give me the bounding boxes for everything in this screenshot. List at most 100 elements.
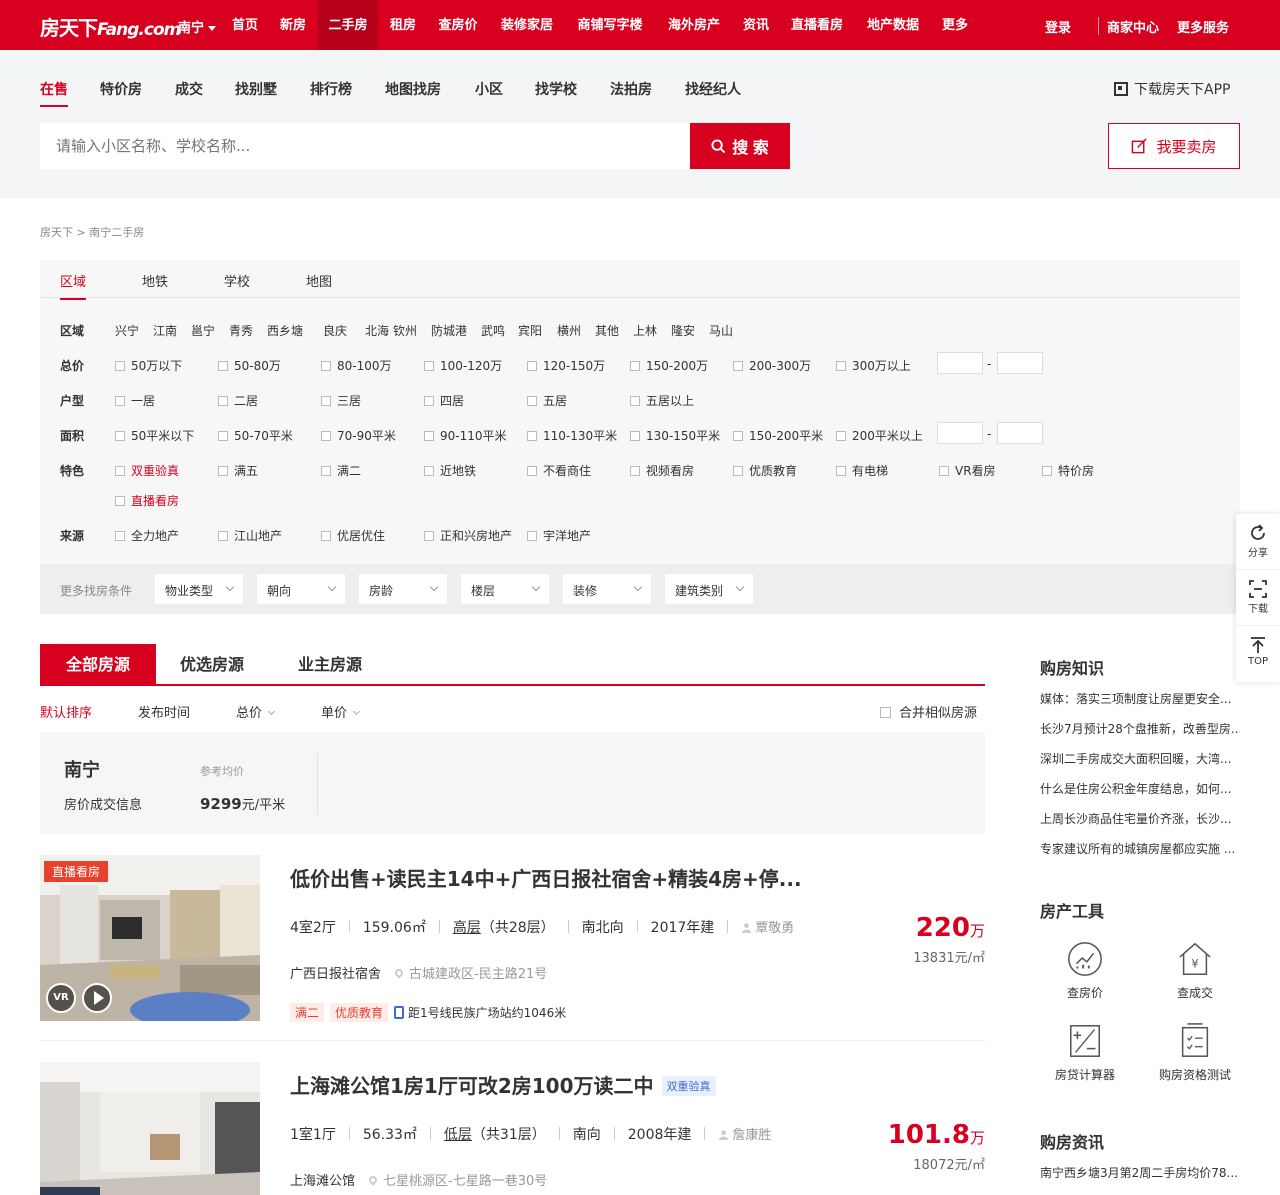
checkbox[interactable] — [424, 361, 434, 371]
agent[interactable]: 詹康胜 — [718, 1128, 771, 1143]
sort-total-price[interactable]: 总价 — [236, 702, 276, 721]
checkbox[interactable] — [424, 396, 434, 406]
city-selector[interactable]: 南宁 — [178, 17, 217, 36]
checkbox[interactable] — [630, 361, 640, 371]
checkbox[interactable] — [115, 466, 125, 476]
subnav-ranking[interactable]: 排行榜 — [310, 79, 352, 99]
feature-option[interactable]: 优质教育 — [733, 462, 797, 479]
layout-option[interactable]: 四居 — [424, 392, 464, 409]
checkbox[interactable] — [630, 396, 640, 406]
area-option[interactable]: 50-70平米 — [218, 427, 293, 444]
listing-photo[interactable]: 直播看房 VR — [40, 855, 260, 1021]
checkbox[interactable] — [218, 531, 228, 541]
tab-map[interactable]: 地图 — [306, 271, 332, 290]
tab-subway[interactable]: 地铁 — [142, 271, 168, 290]
district-option[interactable]: 横州 — [557, 322, 581, 339]
district-option[interactable]: 宾阳 — [518, 322, 542, 339]
knowledge-link[interactable]: 深圳二手房成交大面积回暖，大湾... — [1040, 750, 1240, 767]
news-link[interactable]: 南宁西乡塘3月第2周二手房均价78... — [1040, 1164, 1240, 1181]
area-option[interactable]: 70-90平米 — [321, 427, 396, 444]
price-option[interactable]: 80-100万 — [321, 357, 392, 374]
nav-new-homes[interactable]: 新房 — [272, 0, 314, 50]
download-button[interactable]: 下载 — [1236, 570, 1280, 626]
checkbox[interactable] — [115, 496, 125, 506]
subnav-school[interactable]: 找学校 — [535, 79, 577, 99]
district-option[interactable]: 青秀 — [229, 322, 253, 339]
district-option[interactable]: 武鸣 — [481, 322, 505, 339]
feature-option[interactable]: 直播看房 — [115, 492, 179, 509]
community-link[interactable]: 广西日报社宿舍 — [290, 967, 381, 982]
more-services-link[interactable]: 更多服务 — [1177, 17, 1229, 36]
checkbox[interactable] — [527, 396, 537, 406]
listing-photo[interactable] — [40, 1062, 260, 1195]
subnav-villa[interactable]: 找别墅 — [235, 79, 277, 99]
checkbox[interactable] — [115, 361, 125, 371]
checkbox[interactable] — [836, 361, 846, 371]
tool-check-deals[interactable]: ¥ 查成交 — [1150, 940, 1240, 1001]
login-link[interactable]: 登录 — [1045, 17, 1071, 36]
district-option[interactable]: 钦州 — [393, 322, 417, 339]
tab-owner[interactable]: 业主房源 — [282, 644, 378, 684]
subnav-auction[interactable]: 法拍房 — [610, 79, 652, 99]
nav-news[interactable]: 资讯 — [736, 0, 776, 50]
source-option[interactable]: 全力地产 — [115, 527, 179, 544]
price-option[interactable]: 100-120万 — [424, 357, 502, 374]
checkbox[interactable] — [879, 707, 891, 718]
price-max-input[interactable] — [997, 352, 1043, 374]
app-download-link[interactable]: 下载房天下APP — [1114, 79, 1230, 99]
checkbox[interactable] — [836, 466, 846, 476]
subnav-agent[interactable]: 找经纪人 — [685, 79, 741, 99]
feature-option[interactable]: 视频看房 — [630, 462, 694, 479]
feature-option[interactable]: VR看房 — [939, 462, 996, 479]
tool-check-price[interactable]: 查房价 — [1040, 940, 1130, 1001]
checkbox[interactable] — [218, 431, 228, 441]
checkbox[interactable] — [527, 431, 537, 441]
floor[interactable]: 低层 — [444, 1127, 472, 1143]
district-option[interactable]: 西乡塘 — [267, 322, 303, 339]
filter-dropdown[interactable]: 物业类型 — [155, 574, 243, 604]
source-option[interactable]: 优居优住 — [321, 527, 385, 544]
checkbox[interactable] — [218, 396, 228, 406]
tab-region[interactable]: 区域 — [60, 271, 87, 300]
play-icon[interactable] — [82, 983, 112, 1013]
subnav-community[interactable]: 小区 — [475, 79, 503, 99]
checkbox[interactable] — [321, 531, 331, 541]
subnav-deals[interactable]: 成交 — [175, 79, 203, 99]
nav-live[interactable]: 直播看房 — [782, 0, 852, 50]
district-option[interactable]: 隆安 — [671, 322, 695, 339]
area-option[interactable]: 110-130平米 — [527, 427, 617, 444]
nav-commercial[interactable]: 商铺写字楼 — [568, 0, 652, 50]
district-option[interactable]: 上林 — [633, 322, 657, 339]
layout-option[interactable]: 三居 — [321, 392, 361, 409]
nav-check-price[interactable]: 查房价 — [430, 0, 486, 50]
sort-publish-time[interactable]: 发布时间 — [138, 702, 190, 721]
checkbox[interactable] — [733, 361, 743, 371]
area-min-input[interactable] — [937, 422, 983, 444]
vr-icon[interactable]: VR — [46, 983, 76, 1013]
district-option[interactable]: 邕宁 — [191, 322, 215, 339]
feature-option[interactable]: 满五 — [218, 462, 258, 479]
sort-unit-price[interactable]: 单价 — [321, 702, 361, 721]
area-max-input[interactable] — [997, 422, 1043, 444]
merchant-center-link[interactable]: 商家中心 — [1107, 17, 1159, 36]
area-option[interactable]: 150-200平米 — [733, 427, 823, 444]
checkbox[interactable] — [321, 396, 331, 406]
subnav-map[interactable]: 地图找房 — [385, 79, 441, 99]
layout-option[interactable]: 五居以上 — [630, 392, 694, 409]
tab-preferred[interactable]: 优选房源 — [164, 644, 260, 684]
price-option[interactable]: 200-300万 — [733, 357, 811, 374]
checkbox[interactable] — [115, 396, 125, 406]
price-option[interactable]: 150-200万 — [630, 357, 708, 374]
feature-option[interactable]: 不看商住 — [527, 462, 591, 479]
floor[interactable]: 高层 — [453, 920, 481, 936]
checkbox[interactable] — [836, 431, 846, 441]
checkbox[interactable] — [321, 431, 331, 441]
nav-more[interactable]: 更多 — [934, 0, 976, 50]
checkbox[interactable] — [218, 361, 228, 371]
subnav-on-sale[interactable]: 在售 — [40, 79, 68, 107]
area-option[interactable]: 130-150平米 — [630, 427, 720, 444]
price-option[interactable]: 50-80万 — [218, 357, 281, 374]
nav-second-hand[interactable]: 二手房 — [318, 0, 378, 50]
checkbox[interactable] — [733, 466, 743, 476]
filter-dropdown[interactable]: 朝向 — [257, 574, 345, 604]
